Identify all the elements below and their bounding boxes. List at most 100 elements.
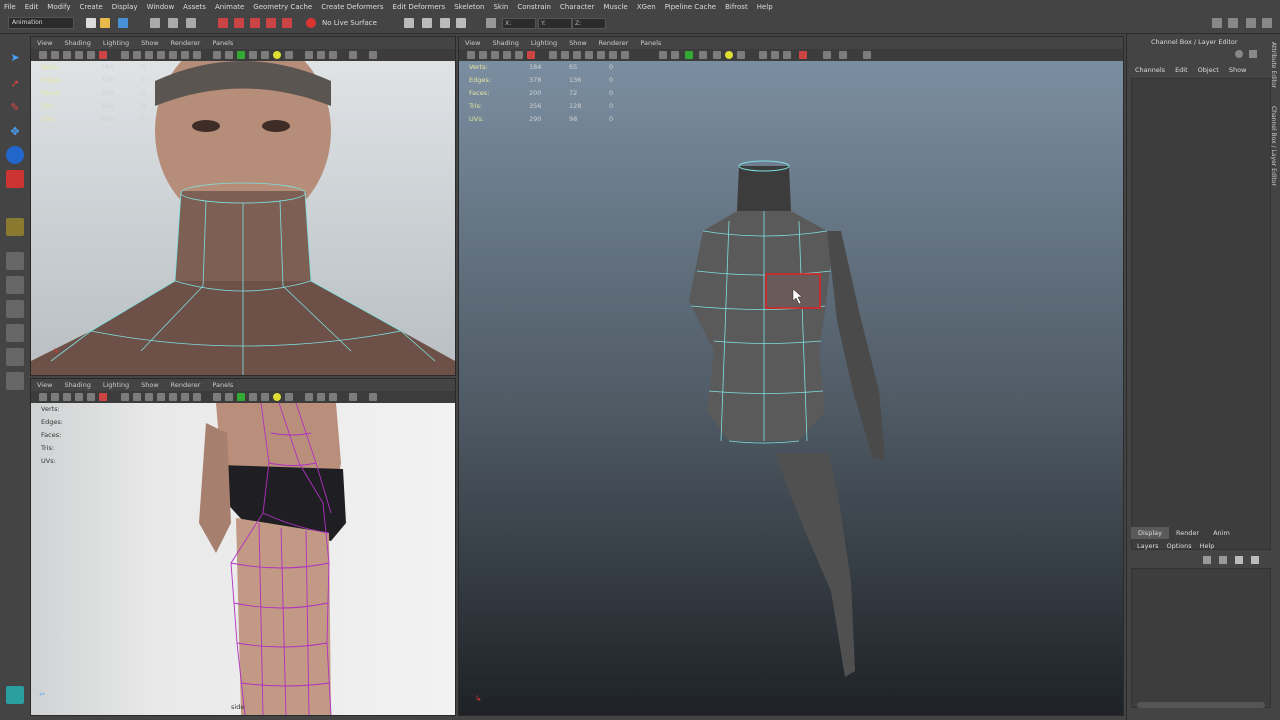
safe-action-icon[interactable] bbox=[181, 51, 189, 59]
channel-box-float-icon[interactable] bbox=[1249, 50, 1257, 58]
ipr-render-icon[interactable] bbox=[456, 18, 466, 28]
attribute-editor-side-tab[interactable]: Attribute Editor bbox=[1268, 42, 1277, 98]
save-scene-icon[interactable] bbox=[118, 18, 128, 28]
panel-menu-view[interactable]: View bbox=[37, 381, 52, 389]
menu-edit[interactable]: Edit bbox=[25, 3, 39, 11]
channel-box-body[interactable] bbox=[1131, 78, 1271, 550]
menu-pipeline-cache[interactable]: Pipeline Cache bbox=[665, 3, 716, 11]
panel-menu-lighting[interactable]: Lighting bbox=[531, 39, 557, 47]
panel-menu-panels[interactable]: Panels bbox=[212, 381, 233, 389]
safe-action-icon[interactable] bbox=[609, 51, 617, 59]
two-pane-layout-icon[interactable] bbox=[6, 300, 24, 318]
isolate-select-icon[interactable] bbox=[759, 51, 767, 59]
new-empty-layer-icon[interactable] bbox=[1235, 556, 1243, 564]
bookmark-icon[interactable] bbox=[491, 51, 499, 59]
snap-curve-icon[interactable] bbox=[234, 18, 244, 28]
layer-menu-options[interactable]: Options bbox=[1167, 542, 1192, 550]
channel-box-menu-show[interactable]: Show bbox=[1229, 66, 1247, 74]
panel-menu-show[interactable]: Show bbox=[141, 39, 159, 47]
menu-window[interactable]: Window bbox=[147, 3, 175, 11]
coord-z-field[interactable]: Z: bbox=[572, 18, 606, 29]
image-plane-icon[interactable] bbox=[503, 51, 511, 59]
tab-display[interactable]: Display bbox=[1131, 527, 1169, 539]
film-gate-icon[interactable] bbox=[561, 51, 569, 59]
resolution-gate-icon[interactable] bbox=[145, 51, 153, 59]
grid-icon[interactable] bbox=[121, 51, 129, 59]
menu-assets[interactable]: Assets bbox=[183, 3, 206, 11]
shadows-icon[interactable] bbox=[273, 51, 281, 59]
mel-script-icon[interactable] bbox=[6, 686, 24, 704]
select-tool-icon[interactable]: ➤ bbox=[6, 48, 24, 66]
xray-joints-icon[interactable] bbox=[329, 51, 337, 59]
panel-menu-shading[interactable]: Shading bbox=[64, 39, 90, 47]
single-pane-layout-icon[interactable] bbox=[6, 252, 24, 270]
wireframe-on-shaded-icon[interactable] bbox=[237, 393, 245, 401]
screen-space-ao-icon[interactable] bbox=[285, 393, 293, 401]
snap-view-icon[interactable] bbox=[266, 18, 276, 28]
resolution-gate-icon[interactable] bbox=[145, 393, 153, 401]
input-output-icon[interactable] bbox=[404, 18, 414, 28]
front-viewport[interactable]: ↳ Verts: 184 0 Edges: 378 0 Faces: 200 0 Tris:… bbox=[31, 61, 455, 375]
menu-xgen[interactable]: XGen bbox=[637, 3, 656, 11]
menu-skeleton[interactable]: Skeleton bbox=[454, 3, 484, 11]
layer-scrollbar[interactable] bbox=[1137, 702, 1265, 708]
image-plane-icon[interactable] bbox=[75, 393, 83, 401]
safe-title-icon[interactable] bbox=[621, 51, 629, 59]
panel-menu-view[interactable]: View bbox=[465, 39, 480, 47]
channel-box-menu-object[interactable]: Object bbox=[1198, 66, 1219, 74]
wireframe-on-shaded-icon[interactable] bbox=[237, 51, 245, 59]
menu-edit-deformers[interactable]: Edit Deformers bbox=[393, 3, 446, 11]
view-transform-icon[interactable] bbox=[369, 393, 377, 401]
gate-mask-icon[interactable] bbox=[585, 51, 593, 59]
panel-menu-lighting[interactable]: Lighting bbox=[103, 381, 129, 389]
grid-icon[interactable] bbox=[549, 51, 557, 59]
persp-outliner-layout-icon[interactable] bbox=[6, 324, 24, 342]
channel-box-side-tab[interactable]: Channel Box / Layer Editor bbox=[1268, 106, 1277, 202]
screen-space-ao-icon[interactable] bbox=[737, 51, 745, 59]
wireframe-icon[interactable] bbox=[213, 51, 221, 59]
menu-create-deformers[interactable]: Create Deformers bbox=[321, 3, 383, 11]
2d-pan-zoom-icon[interactable] bbox=[99, 51, 107, 59]
tool-settings-toggle-icon[interactable] bbox=[1246, 18, 1256, 28]
view-transform-icon[interactable] bbox=[369, 51, 377, 59]
menu-create[interactable]: Create bbox=[79, 3, 102, 11]
channel-box-settings-icon[interactable] bbox=[1235, 50, 1243, 58]
smooth-shade-icon[interactable] bbox=[225, 51, 233, 59]
xray-joints-icon[interactable] bbox=[783, 51, 791, 59]
attribute-editor-toggle-icon[interactable] bbox=[1228, 18, 1238, 28]
menu-help[interactable]: Help bbox=[757, 3, 773, 11]
wireframe-icon[interactable] bbox=[213, 393, 221, 401]
transform-mode-icon[interactable] bbox=[486, 18, 496, 28]
move-layer-down-icon[interactable] bbox=[1219, 556, 1227, 564]
graph-layout-icon[interactable] bbox=[6, 348, 24, 366]
grease-pencil-icon[interactable] bbox=[87, 51, 95, 59]
menu-animate[interactable]: Animate bbox=[215, 3, 244, 11]
menu-constrain[interactable]: Constrain bbox=[517, 3, 551, 11]
open-scene-icon[interactable] bbox=[100, 18, 110, 28]
bookmark-icon[interactable] bbox=[63, 51, 71, 59]
use-all-lights-icon[interactable] bbox=[261, 51, 269, 59]
lasso-tool-icon[interactable]: ➚ bbox=[6, 74, 24, 92]
coord-x-field[interactable]: X: bbox=[502, 18, 536, 29]
textured-icon[interactable] bbox=[249, 393, 257, 401]
side-viewport[interactable]: ⌐ Verts: Edges: Faces: Tris: UVs: side bbox=[31, 403, 455, 715]
image-plane-icon[interactable] bbox=[75, 51, 83, 59]
textured-icon[interactable] bbox=[249, 51, 257, 59]
camera-select-icon[interactable] bbox=[39, 393, 47, 401]
menu-file[interactable]: File bbox=[4, 3, 16, 11]
film-gate-icon[interactable] bbox=[133, 393, 141, 401]
gamma-icon[interactable] bbox=[349, 393, 357, 401]
gamma-icon[interactable] bbox=[823, 51, 831, 59]
tab-anim[interactable]: Anim bbox=[1206, 527, 1237, 539]
render-icon[interactable] bbox=[440, 18, 450, 28]
film-gate-icon[interactable] bbox=[133, 51, 141, 59]
menu-bifrost[interactable]: Bifrost bbox=[725, 3, 748, 11]
panel-menu-show[interactable]: Show bbox=[141, 381, 159, 389]
use-all-lights-icon[interactable] bbox=[713, 51, 721, 59]
snap-surface-icon[interactable] bbox=[282, 18, 292, 28]
panel-menu-view[interactable]: View bbox=[37, 39, 52, 47]
wireframe-on-shaded-icon[interactable] bbox=[685, 51, 693, 59]
snap-grid-icon[interactable] bbox=[218, 18, 228, 28]
panel-menu-shading[interactable]: Shading bbox=[492, 39, 518, 47]
panel-menu-renderer[interactable]: Renderer bbox=[171, 381, 201, 389]
